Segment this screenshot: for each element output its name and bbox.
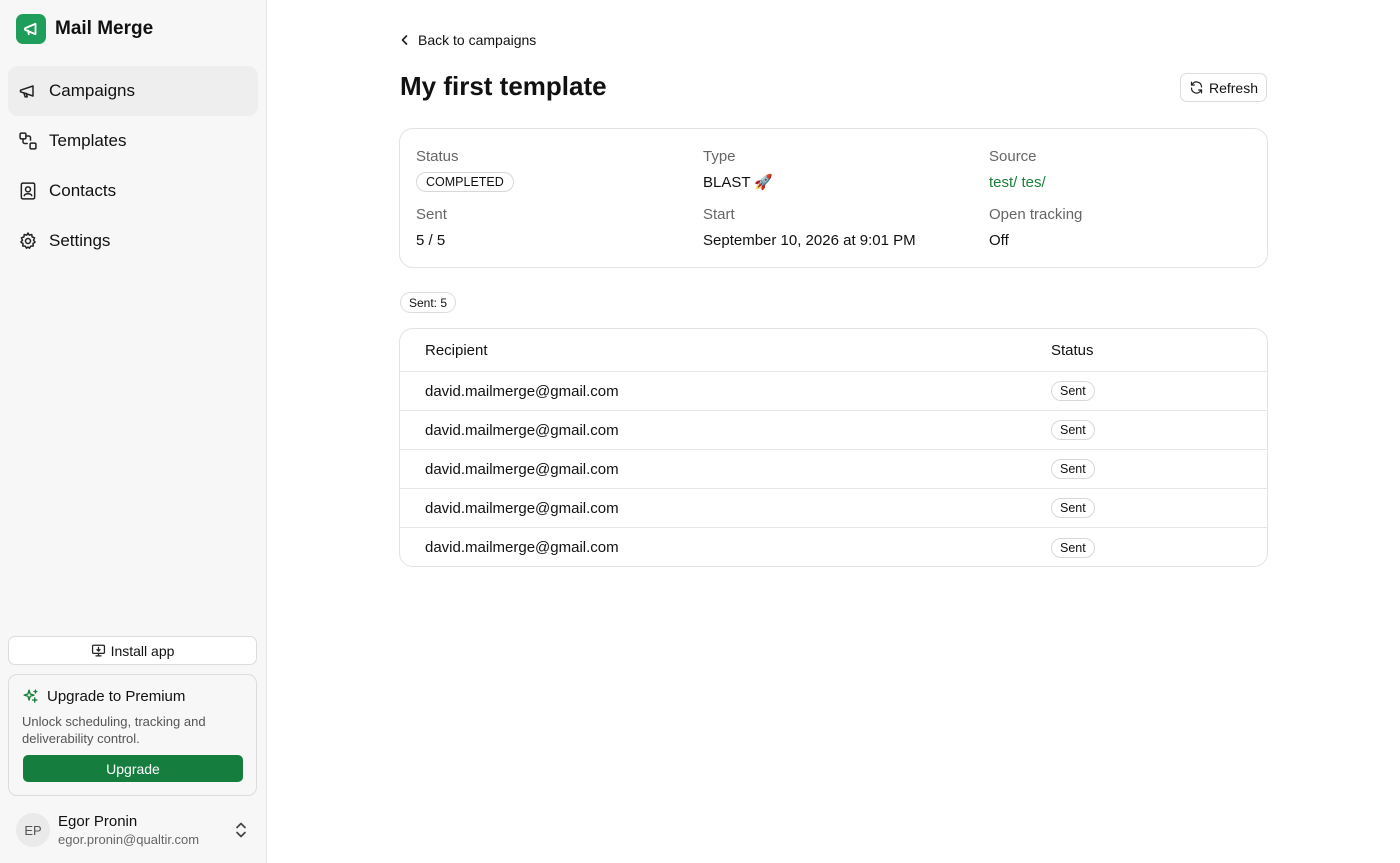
sent-status-badge: Sent xyxy=(1051,498,1095,518)
sidebar-item-label: Templates xyxy=(49,131,127,150)
campaign-summary-card: Status COMPLETED Type BLAST 🚀 Source tes… xyxy=(399,128,1268,268)
sidebar-nav: Campaigns Templates Contacts Settings xyxy=(8,66,258,266)
type-value: BLAST 🚀 xyxy=(703,174,774,191)
sidebar-item-label: Contacts xyxy=(49,181,117,200)
contacts-icon xyxy=(17,180,39,202)
open-tracking-value: Off xyxy=(989,232,1009,249)
sent-field: Sent 5 / 5 xyxy=(416,206,447,250)
recipient-email: david.mailmerge@gmail.com xyxy=(425,460,619,478)
sidebar-item-campaigns[interactable]: Campaigns xyxy=(8,66,258,116)
premium-card: Upgrade to Premium Unlock scheduling, tr… xyxy=(8,674,257,796)
recipient-email: david.mailmerge@gmail.com xyxy=(425,539,619,556)
sidebar-item-settings[interactable]: Settings xyxy=(8,216,258,266)
column-header-recipient: Recipient xyxy=(425,341,488,359)
refresh-icon xyxy=(1189,80,1204,95)
premium-title: Upgrade to Premium xyxy=(47,688,186,705)
sidebar-item-templates[interactable]: Templates xyxy=(8,116,258,166)
chevron-left-icon xyxy=(400,34,410,46)
brand[interactable]: Mail Merge xyxy=(16,14,153,44)
type-label: Type xyxy=(703,148,736,165)
recipients-table: Recipient Status david.mailmerge@gmail.c… xyxy=(399,328,1268,567)
sent-status-badge: Sent xyxy=(1051,381,1095,401)
install-app-button[interactable]: Install app xyxy=(8,636,257,665)
megaphone-icon xyxy=(17,80,39,102)
status-field: Status COMPLETED xyxy=(416,148,514,192)
sent-label: Sent xyxy=(416,206,447,223)
sidebar-item-contacts[interactable]: Contacts xyxy=(8,166,258,216)
recipient-email: david.mailmerge@gmail.com xyxy=(425,499,619,517)
user-email: egor.pronin@qualtir.com xyxy=(58,831,200,847)
monitor-download-icon xyxy=(91,643,106,658)
start-value: September 10, 2026 at 9:01 PM xyxy=(703,232,916,249)
sidebar-item-label: Settings xyxy=(49,231,111,250)
column-header-status: Status xyxy=(1051,341,1094,359)
type-field: Type BLAST 🚀 xyxy=(703,148,773,192)
avatar: EP xyxy=(16,813,50,847)
start-field: Start September 10, 2026 at 9:01 PM xyxy=(703,206,916,250)
premium-header: Upgrade to Premium xyxy=(22,688,185,705)
sidebar-item-label: Campaigns xyxy=(49,81,135,100)
user-menu[interactable]: EP Egor Pronin egor.pronin@qualtir.com xyxy=(16,812,258,848)
open-tracking-field: Open tracking Off xyxy=(989,206,1082,250)
table-header: Recipient Status xyxy=(400,329,1267,372)
sent-status-badge: Sent xyxy=(1051,537,1095,558)
premium-description: Unlock scheduling, tracking and delivera… xyxy=(22,714,206,746)
sent-status-badge: Sent xyxy=(1051,420,1095,440)
sent-count-badge[interactable]: Sent: 5 xyxy=(400,292,457,313)
templates-icon xyxy=(17,130,39,152)
table-row[interactable]: david.mailmerge@gmail.com Sent xyxy=(400,372,1267,411)
table-row[interactable]: david.mailmerge@gmail.com Sent xyxy=(400,528,1267,566)
recipient-email: david.mailmerge@gmail.com xyxy=(425,421,619,439)
refresh-label: Refresh xyxy=(1208,79,1259,96)
table-row[interactable]: david.mailmerge@gmail.com Sent xyxy=(400,489,1267,528)
app-name: Mail Merge xyxy=(55,18,154,39)
start-label: Start xyxy=(703,206,735,223)
page-title: My first template xyxy=(400,71,607,101)
sparkles-icon xyxy=(22,688,39,705)
status-badge: COMPLETED xyxy=(416,172,514,192)
sent-status-badge: Sent xyxy=(1051,459,1095,479)
source-field: Source test/ tes/ xyxy=(989,148,1046,192)
install-app-label: Install app xyxy=(110,642,175,659)
gear-icon xyxy=(17,230,39,252)
chevrons-up-down-icon[interactable] xyxy=(234,821,248,839)
table-row[interactable]: david.mailmerge@gmail.com Sent xyxy=(400,411,1267,450)
user-name: Egor Pronin xyxy=(58,812,138,830)
megaphone-logo-icon xyxy=(16,14,46,44)
source-label: Source xyxy=(989,148,1037,165)
sent-value: 5 / 5 xyxy=(416,232,446,249)
upgrade-button[interactable]: Upgrade xyxy=(23,755,243,782)
sidebar: Mail Merge Campaigns Templates Contacts … xyxy=(0,0,267,863)
status-label: Status xyxy=(416,148,459,165)
table-row[interactable]: david.mailmerge@gmail.com Sent xyxy=(400,450,1267,489)
source-link[interactable]: test/ tes/ xyxy=(989,174,1046,192)
back-link-label: Back to campaigns xyxy=(418,32,537,48)
back-to-campaigns-link[interactable]: Back to campaigns xyxy=(400,30,536,50)
refresh-button[interactable]: Refresh xyxy=(1180,73,1267,102)
open-tracking-label: Open tracking xyxy=(989,206,1083,223)
recipient-email: david.mailmerge@gmail.com xyxy=(425,382,619,400)
user-info: Egor Pronin egor.pronin@qualtir.com xyxy=(58,813,199,848)
